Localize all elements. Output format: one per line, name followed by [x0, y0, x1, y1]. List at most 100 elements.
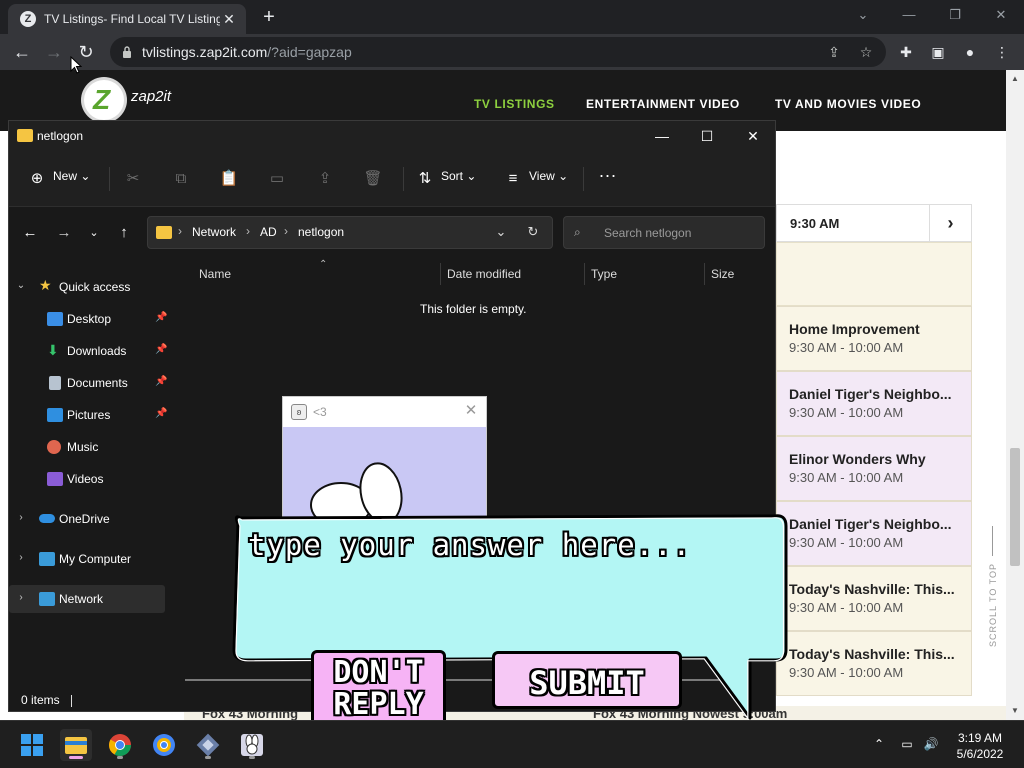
- nav-onedrive[interactable]: › OneDrive: [9, 505, 165, 533]
- paste-icon[interactable]: 📋: [219, 169, 239, 189]
- back-icon[interactable]: ←: [10, 40, 34, 64]
- network-tray-icon[interactable]: ▭: [898, 737, 916, 753]
- column-header-date-modified[interactable]: Date modified: [447, 267, 521, 281]
- listing-cell[interactable]: Daniel Tiger's Neighbo... 9:30 AM - 10:00…: [776, 501, 972, 566]
- sort-button[interactable]: Sort ⌄: [441, 169, 476, 183]
- nav-item-videos[interactable]: Videos: [17, 465, 165, 493]
- zap2it-logo[interactable]: Z: [84, 80, 124, 120]
- rename-icon[interactable]: ▭: [267, 169, 287, 189]
- scroll-down-icon[interactable]: ▼: [1010, 706, 1020, 716]
- breadcrumb-network[interactable]: Network: [192, 225, 236, 239]
- expand-chevron-icon[interactable]: ›: [15, 592, 27, 606]
- delete-icon[interactable]: 🗑: [363, 169, 383, 189]
- heart-popup-titlebar[interactable]: ʚ <3 ✕: [283, 397, 486, 427]
- explorer-search-box[interactable]: ⌕ Search netlogon: [563, 216, 765, 249]
- new-button[interactable]: New ⌄: [53, 169, 90, 183]
- share-icon[interactable]: ⇪: [315, 169, 335, 189]
- address-bar[interactable]: tvlistings.zap2it.com/?aid=gapzap ⇪ ☆: [110, 37, 886, 67]
- submit-button[interactable]: SUBMIT: [492, 651, 682, 709]
- listing-cell[interactable]: Elinor Wonders Why 9:30 AM - 10:00 AM: [776, 436, 972, 501]
- start-button[interactable]: [16, 729, 48, 761]
- copy-icon[interactable]: ⧉: [171, 169, 191, 189]
- taskbar-bunny-app[interactable]: [236, 729, 268, 761]
- explorer-close-icon[interactable]: ✕: [738, 125, 768, 147]
- nav-network[interactable]: › Network: [9, 585, 165, 613]
- sort-icon[interactable]: ⇅: [415, 169, 435, 189]
- nav-tv-listings[interactable]: TV LISTINGS: [474, 97, 555, 111]
- refresh-icon[interactable]: ↻: [524, 223, 542, 241]
- nav-item-documents[interactable]: Documents 📌: [17, 369, 167, 397]
- column-header-type[interactable]: Type: [591, 267, 617, 281]
- pin-icon[interactable]: 📌: [155, 376, 167, 388]
- show-hidden-icons-chevron-icon[interactable]: ⌃: [870, 737, 888, 753]
- nav-my-computer[interactable]: › My Computer: [9, 545, 165, 573]
- system-clock[interactable]: 3:19 AM 5/6/2022: [952, 730, 1008, 762]
- next-time-chevron-icon[interactable]: ›: [929, 205, 971, 241]
- nav-item-pictures[interactable]: Pictures 📌: [17, 401, 167, 429]
- page-scrollbar[interactable]: ▲ ▼: [1006, 70, 1024, 720]
- chrome-menu-icon[interactable]: ⋮: [992, 42, 1012, 62]
- taskbar-file-explorer[interactable]: [60, 729, 92, 761]
- close-window-icon[interactable]: ✕: [986, 4, 1016, 26]
- restore-icon[interactable]: ❐: [940, 4, 970, 26]
- view-icon[interactable]: ≡: [503, 169, 523, 189]
- listing-cell[interactable]: Today's Nashville: This... 9:30 AM - 10:0…: [776, 631, 972, 696]
- breadcrumb-ad[interactable]: AD: [260, 225, 277, 239]
- explorer-address-bar[interactable]: › Network › AD › netlogon ⌄ ↻: [147, 216, 553, 249]
- scroll-up-icon[interactable]: ▲: [1010, 74, 1020, 84]
- extensions-icon[interactable]: ✚: [896, 42, 916, 62]
- nav-item-downloads[interactable]: ⬇ Downloads 📌: [17, 337, 167, 365]
- tab-search-icon[interactable]: ⌄: [848, 4, 878, 26]
- listing-cell[interactable]: Today's Nashville: This... 9:30 AM - 10:0…: [776, 566, 972, 631]
- expand-chevron-icon[interactable]: ›: [15, 512, 27, 526]
- nav-item-music[interactable]: Music: [17, 433, 165, 461]
- new-tab-icon[interactable]: +: [258, 6, 280, 28]
- pin-icon[interactable]: 📌: [155, 408, 167, 420]
- nav-tv-and-movies-video[interactable]: TV AND MOVIES VIDEO: [775, 97, 921, 111]
- see-more-button[interactable]: ...: [599, 161, 617, 182]
- explorer-maximize-icon[interactable]: ☐: [692, 125, 722, 147]
- tab-close-icon[interactable]: ✕: [220, 10, 238, 28]
- explorer-forward-icon[interactable]: →: [53, 222, 75, 244]
- column-divider[interactable]: [584, 263, 585, 285]
- taskbar-chrome-beta[interactable]: [148, 729, 180, 761]
- breadcrumb-netlogon[interactable]: netlogon: [298, 225, 344, 239]
- browser-tab[interactable]: Z TV Listings- Find Local TV Listings ✕: [8, 4, 246, 34]
- address-dropdown-icon[interactable]: ⌄: [492, 223, 510, 241]
- scrollbar-thumb[interactable]: [1010, 448, 1020, 566]
- share-icon[interactable]: ⇪: [824, 42, 844, 62]
- listing-cell[interactable]: Home Improvement 9:30 AM - 10:00 AM: [776, 306, 972, 371]
- column-header-name[interactable]: Name: [199, 267, 231, 281]
- nav-item-desktop[interactable]: Desktop 📌: [17, 305, 167, 333]
- new-plus-icon[interactable]: ⊕: [27, 169, 47, 189]
- side-panel-icon[interactable]: ▣: [928, 42, 948, 62]
- recent-locations-icon[interactable]: ⌄: [83, 222, 105, 244]
- dont-reply-button[interactable]: DON'T REPLY: [311, 650, 446, 730]
- column-header-size[interactable]: Size: [711, 267, 734, 281]
- bookmark-star-icon[interactable]: ☆: [856, 42, 876, 62]
- heart-popup-close-icon[interactable]: ✕: [462, 402, 480, 420]
- scroll-to-top[interactable]: SCROLL TO TOP: [978, 520, 1008, 660]
- view-button[interactable]: View ⌄: [529, 169, 568, 183]
- column-divider[interactable]: [440, 263, 441, 285]
- taskbar-app-diamond[interactable]: [192, 729, 224, 761]
- up-folder-icon[interactable]: ↑: [113, 222, 135, 244]
- explorer-minimize-icon[interactable]: —: [647, 125, 677, 147]
- nav-quick-access[interactable]: ⌄ ★ Quick access: [9, 273, 165, 301]
- column-divider[interactable]: [704, 263, 705, 285]
- minimize-icon[interactable]: —: [894, 4, 924, 26]
- profile-icon[interactable]: ●: [960, 42, 980, 62]
- nav-entertainment-video[interactable]: ENTERTAINMENT VIDEO: [586, 97, 740, 111]
- expand-chevron-icon[interactable]: ›: [15, 552, 27, 566]
- expand-chevron-icon[interactable]: ⌄: [15, 280, 27, 294]
- taskbar-chrome[interactable]: [104, 729, 136, 761]
- listing-cell[interactable]: Daniel Tiger's Neighbo... 9:30 AM - 10:00…: [776, 371, 972, 436]
- cut-icon[interactable]: ✂: [123, 169, 143, 189]
- pin-icon[interactable]: 📌: [155, 344, 167, 356]
- forward-icon[interactable]: →: [42, 40, 66, 64]
- volume-icon[interactable]: 🔊: [922, 737, 940, 753]
- explorer-back-icon[interactable]: ←: [19, 222, 41, 244]
- explorer-titlebar[interactable]: netlogon — ☐ ✕: [9, 121, 775, 151]
- pin-icon[interactable]: 📌: [155, 312, 167, 324]
- answer-input[interactable]: type your answer here...: [248, 528, 691, 562]
